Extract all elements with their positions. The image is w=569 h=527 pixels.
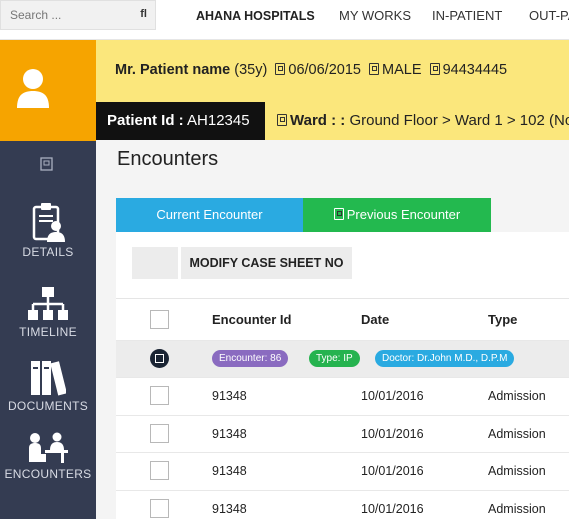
sidebar-item-label: TIMELINE (19, 325, 77, 339)
patient-phone: 94434445 (442, 62, 508, 78)
patient-age: (35y) (234, 62, 268, 78)
calendar-icon (275, 63, 286, 75)
sidebar-item-details[interactable]: DETAILS (0, 202, 96, 259)
cell-encounter-id: 91348 (212, 502, 247, 516)
cell-type: Admission (488, 502, 546, 516)
sidebar-item-label: DETAILS (22, 245, 74, 259)
nav-my-works[interactable]: MY WORKS (339, 8, 411, 23)
doctor-badge: Doctor: Dr.John M.D., D.P.M (375, 350, 515, 367)
patient-location-bar: Patient Id : AH12345 Ward : : Ground Flo… (96, 102, 569, 140)
sidebar-item-encounters[interactable]: ENCOUNTERS (0, 432, 96, 481)
patient-dob: 06/06/2015 (288, 62, 361, 78)
user-icon (17, 69, 49, 108)
cell-date: 10/01/2016 (361, 502, 424, 516)
cell-type: Admission (488, 464, 546, 478)
table-row[interactable]: 91348 10/01/2016 Admission (116, 415, 569, 452)
row-checkbox[interactable] (150, 424, 169, 443)
patient-id-box: Patient Id : AH12345 (96, 102, 265, 140)
patient-name: Mr. Patient name (115, 62, 231, 78)
main-content: Encounters Current Encounter Previous En… (96, 140, 569, 519)
column-header-encounter-id[interactable]: Encounter Id (212, 312, 291, 327)
patient-id-label: Patient Id : (107, 112, 184, 129)
cell-encounter-id: 91348 (212, 464, 247, 478)
cell-type: Admission (488, 389, 546, 403)
patient-info-bar: Mr. Patient name (35y) 06/06/2015 MALE 9… (96, 40, 569, 102)
table-row[interactable]: 91348 10/01/2016 Admission (116, 452, 569, 489)
select-all-checkbox[interactable] (150, 310, 169, 329)
consultation-icon (29, 432, 68, 463)
cell-date: 10/01/2016 (361, 389, 424, 403)
row-checkbox[interactable] (150, 461, 169, 480)
cell-date: 10/01/2016 (361, 464, 424, 478)
table-row[interactable]: 91348 10/01/2016 Admission (116, 490, 569, 527)
table-row[interactable]: 91348 10/01/2016 Admission (116, 377, 569, 414)
cell-type: Admission (488, 427, 546, 441)
ward-info: Ward : : Ground Floor > Ward 1 > 102 (No (277, 112, 569, 129)
nav-in-patient[interactable]: IN-PATIENT (432, 8, 502, 23)
top-navbar: fl AHANA HOSPITALS MY WORKS IN-PATIENT O… (0, 0, 569, 40)
sidebar: DETAILS TIMELINE DOCUMENTS ENCOUNTERS (0, 40, 96, 519)
sidebar-item-label: DOCUMENTS (7, 399, 89, 413)
cell-encounter-id: 91348 (212, 389, 247, 403)
sidebar-item-label: ENCOUNTERS (4, 467, 92, 481)
sitemap-icon (28, 287, 68, 320)
nav-out-patient[interactable]: OUT-PA (529, 8, 569, 23)
action-button[interactable] (132, 247, 178, 279)
bed-icon (277, 114, 287, 126)
encounter-group-row[interactable]: Encounter: 86 Type: IP Doctor: Dr.John M… (116, 340, 569, 377)
cell-encounter-id: 91348 (212, 427, 247, 441)
document-small-icon[interactable] (40, 157, 53, 171)
document-icon (333, 208, 344, 220)
group-toggle-icon[interactable] (150, 349, 169, 368)
modify-case-sheet-button[interactable]: MODIFY CASE SHEET NO (181, 247, 352, 279)
clipboard-user-icon (32, 203, 65, 242)
row-checkbox[interactable] (150, 386, 169, 405)
cell-date: 10/01/2016 (361, 427, 424, 441)
phone-icon (429, 63, 440, 75)
encounter-panel: MODIFY CASE SHEET NO Encounter Id Date T… (116, 232, 569, 519)
books-icon (31, 361, 67, 396)
nav-brand[interactable]: AHANA HOSPITALS (196, 9, 315, 23)
table-header: Encounter Id Date Type (116, 298, 569, 340)
tab-label: Previous Encounter (346, 207, 461, 222)
row-checkbox[interactable] (150, 499, 169, 518)
sidebar-item-documents[interactable]: DOCUMENTS (0, 358, 96, 413)
tab-previous-encounter[interactable]: Previous Encounter (303, 198, 491, 232)
search-input[interactable] (1, 1, 131, 29)
column-header-date[interactable]: Date (361, 312, 389, 327)
ward-label: Ward : : (290, 112, 346, 129)
search-icon[interactable]: fl (140, 8, 147, 20)
page-title: Encounters (117, 148, 219, 170)
gender-icon (369, 63, 380, 75)
patient-gender: MALE (382, 62, 422, 78)
sidebar-item-timeline[interactable]: TIMELINE (0, 286, 96, 339)
type-badge: Type: IP (309, 350, 360, 367)
patient-id-value: AH12345 (187, 112, 250, 129)
avatar[interactable] (0, 40, 96, 141)
ward-value: Ground Floor > Ward 1 > 102 (No (349, 112, 569, 129)
column-header-type[interactable]: Type (488, 312, 517, 327)
search-box: fl (0, 0, 156, 30)
tab-current-encounter[interactable]: Current Encounter (116, 198, 303, 232)
encounter-badge: Encounter: 86 (212, 350, 289, 367)
